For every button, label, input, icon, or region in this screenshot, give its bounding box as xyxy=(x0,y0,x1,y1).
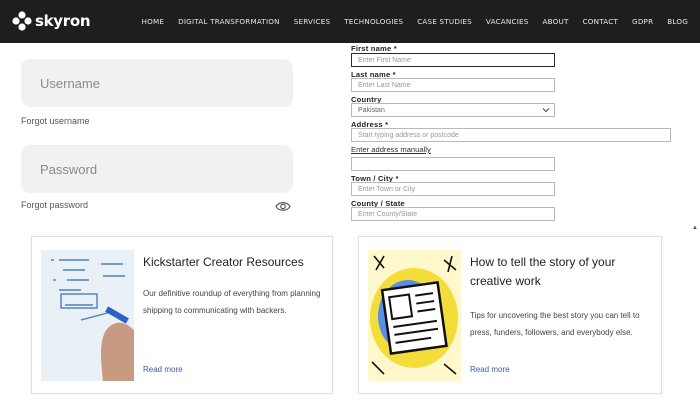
show-password-eye-icon[interactable] xyxy=(275,201,291,212)
read-more-link[interactable]: Read more xyxy=(143,365,183,374)
card-description: Tips for uncovering the best story you c… xyxy=(470,311,640,337)
card-title[interactable]: How to tell the story of your creative w… xyxy=(470,253,650,291)
address-input[interactable]: Start typing address or postcode xyxy=(351,128,671,142)
manual-address-input[interactable] xyxy=(351,157,555,171)
chevron-down-icon xyxy=(542,108,550,113)
brand-name: skyron xyxy=(35,12,91,30)
nav-blog[interactable]: BLOG xyxy=(667,17,688,26)
username-input[interactable]: Username xyxy=(21,59,293,107)
country-select[interactable]: Pakistan xyxy=(351,103,555,117)
town-input[interactable]: Enter Town or City xyxy=(351,182,555,196)
nav-about[interactable]: ABOUT xyxy=(543,17,569,26)
forgot-username-link[interactable]: Forgot username xyxy=(21,116,90,126)
newspaper-illustration xyxy=(368,250,461,381)
first-name-label: First name * xyxy=(351,44,397,53)
card-description: Our definitive roundup of everything fro… xyxy=(143,289,321,315)
card-title[interactable]: Kickstarter Creator Resources xyxy=(143,253,323,272)
whiteboard-illustration xyxy=(41,250,134,381)
nav-vacancies[interactable]: VACANCIES xyxy=(486,17,529,26)
brand-flower-icon xyxy=(12,11,32,31)
country-value: Pakistan xyxy=(358,106,385,114)
nav-digital-transformation[interactable]: DIGITAL TRANSFORMATION xyxy=(178,17,280,26)
nav-gdpr[interactable]: GDPR xyxy=(632,17,653,26)
password-input[interactable]: Password xyxy=(21,145,293,193)
resource-card: Kickstarter Creator Resources Our defini… xyxy=(31,236,333,394)
last-name-input[interactable]: Enter Last Name xyxy=(351,78,555,92)
enter-address-manually-link[interactable]: Enter address manually xyxy=(351,145,431,154)
read-more-link[interactable]: Read more xyxy=(470,365,510,374)
first-name-input[interactable]: Enter First Name xyxy=(351,53,555,67)
main-menu: HOME DIGITAL TRANSFORMATION SERVICES TEC… xyxy=(128,0,688,43)
nav-technologies[interactable]: TECHNOLOGIES xyxy=(344,17,403,26)
brand-logo[interactable]: skyron xyxy=(12,11,91,31)
nav-contact[interactable]: CONTACT xyxy=(583,17,618,26)
top-navigation: skyron HOME DIGITAL TRANSFORMATION SERVI… xyxy=(0,0,700,43)
nav-case-studies[interactable]: CASE STUDIES xyxy=(417,17,472,26)
nav-services[interactable]: SERVICES xyxy=(294,17,330,26)
county-input[interactable]: Enter County/State xyxy=(351,207,555,221)
resource-card: How to tell the story of your creative w… xyxy=(358,236,662,394)
scroll-up-arrow-icon[interactable]: ▲ xyxy=(692,225,698,231)
nav-home[interactable]: HOME xyxy=(142,17,165,26)
forgot-password-link[interactable]: Forgot password xyxy=(21,200,88,210)
